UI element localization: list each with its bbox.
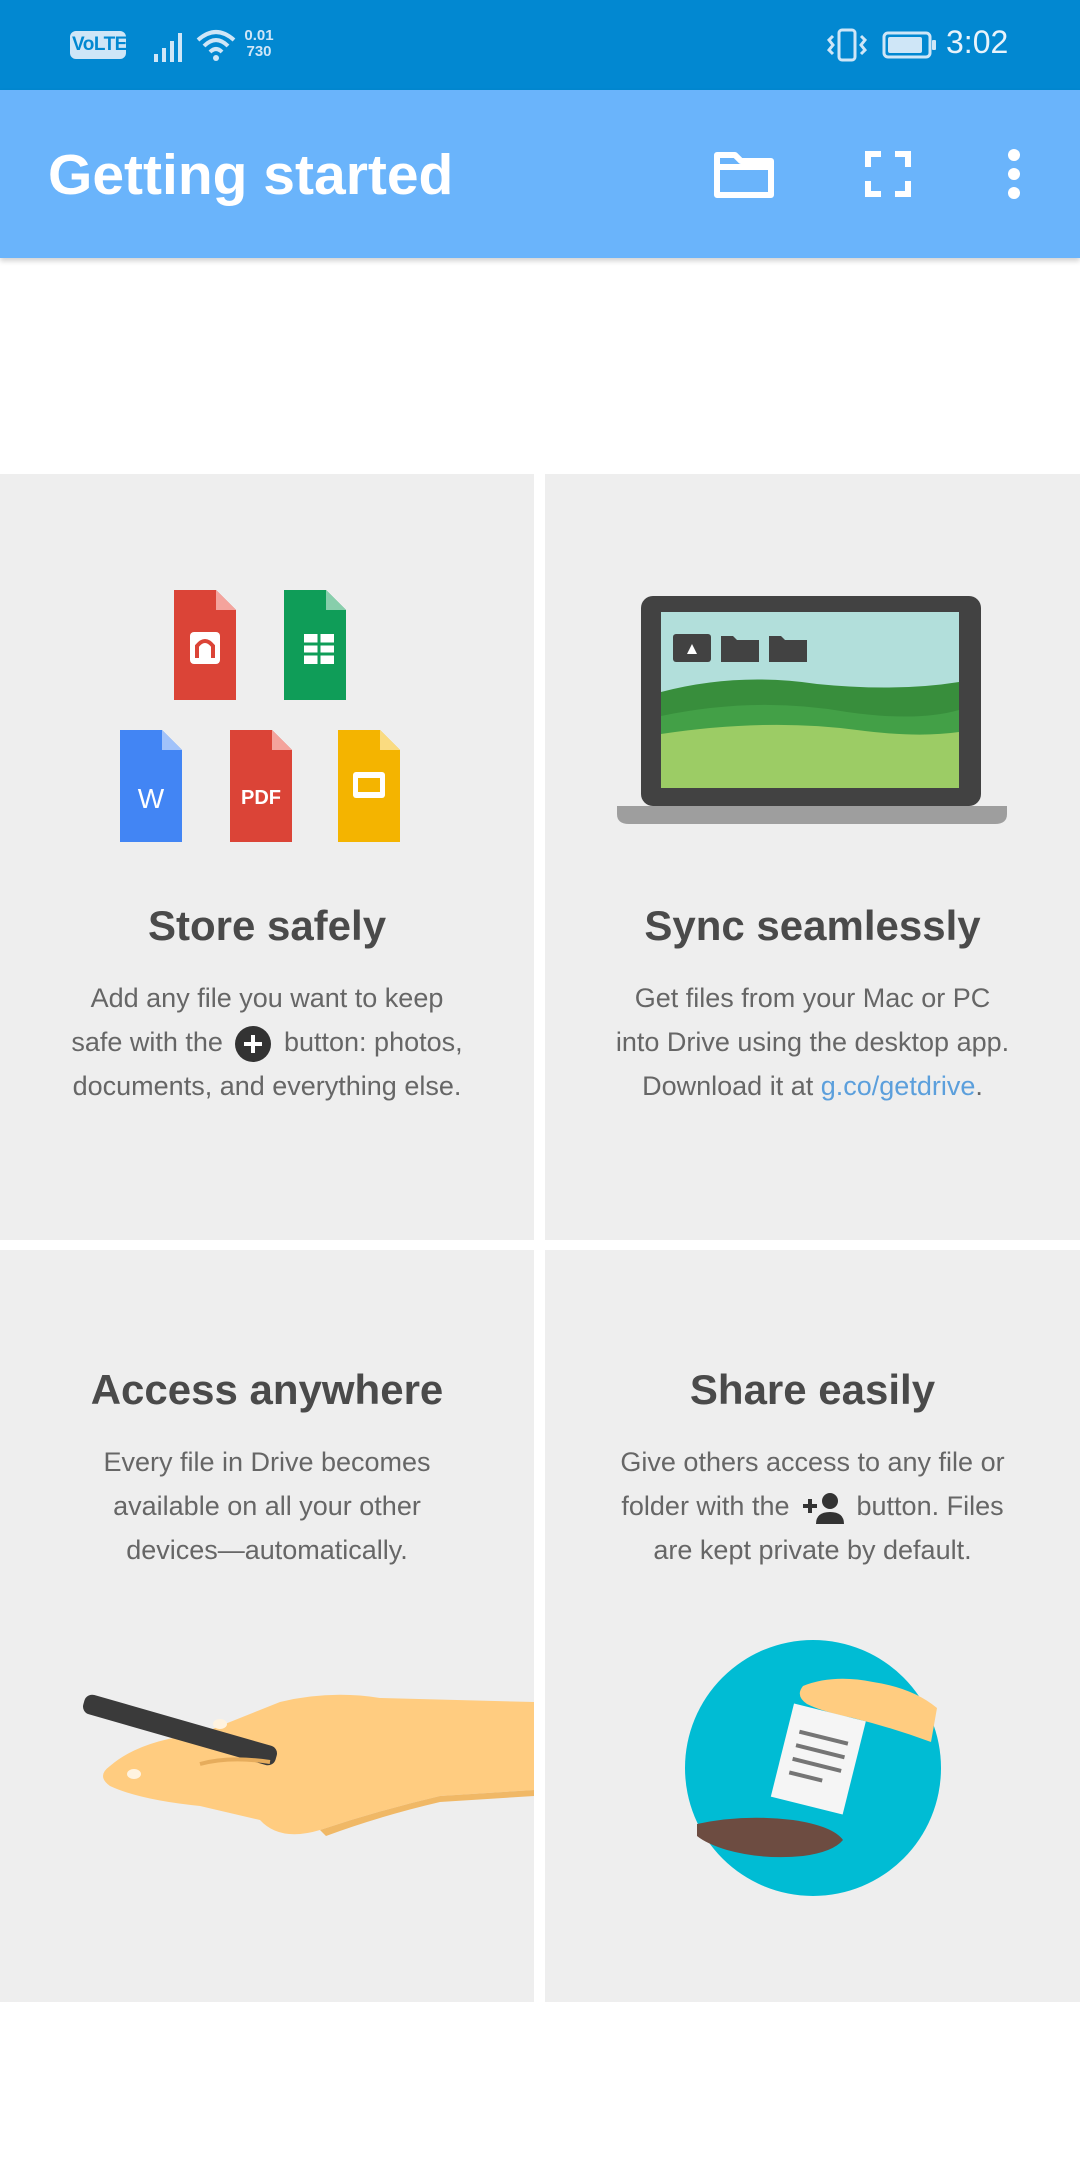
description-line: folder with the button. Files xyxy=(545,1484,1080,1528)
vibrate-icon xyxy=(826,28,868,62)
description-text: folder with the xyxy=(621,1491,790,1521)
description-line: Every file in Drive becomes xyxy=(103,1447,431,1477)
wifi-icon xyxy=(196,30,236,61)
card-description: Get files from your Mac or PC into Drive… xyxy=(545,976,1080,1108)
description-line: devices—automatically. xyxy=(126,1535,408,1565)
description-text: button. Files xyxy=(856,1491,1004,1521)
card-access-anywhere: Access anywhere Every file in Drive beco… xyxy=(0,1250,534,2002)
description-line: Add any file you want to keep xyxy=(90,983,444,1013)
description-text: safe with the xyxy=(71,1027,223,1057)
app-bar: Getting started xyxy=(0,90,1080,258)
card-description: Add any file you want to keep safe with … xyxy=(0,976,534,1108)
description-text: Download it at xyxy=(642,1071,814,1101)
more-options-button[interactable] xyxy=(974,134,1054,214)
description-line: into Drive using the desktop app. xyxy=(615,1027,1010,1057)
hand-phone-illustration xyxy=(83,1694,534,1836)
laptop-illustration xyxy=(617,596,1007,824)
card-description: Every file in Drive becomes available on… xyxy=(0,1440,534,1572)
add-circle-icon xyxy=(235,1025,272,1062)
more-vert-icon xyxy=(1008,149,1020,199)
network-speed-unit: 730 xyxy=(246,43,272,60)
folder-button[interactable] xyxy=(704,134,784,214)
description-line: safe with the button: photos, xyxy=(0,1020,534,1064)
file-types-illustration: W PDF xyxy=(120,590,400,842)
card-store-safely: W PDF Store safely Add any file you want… xyxy=(0,474,534,1240)
fullscreen-button[interactable] xyxy=(848,134,928,214)
add-person-icon xyxy=(803,1492,844,1524)
card-title: Store safely xyxy=(147,902,387,949)
network-speed-value: 0.01 xyxy=(244,27,274,44)
fullscreen-icon xyxy=(865,151,911,197)
pdf-file-label: PDF xyxy=(241,787,281,809)
card-title: Access anywhere xyxy=(90,1366,444,1413)
cell-signal-icon xyxy=(154,33,182,62)
page-title: Getting started xyxy=(48,143,454,207)
network-speed: 0.01 730 xyxy=(244,28,274,60)
status-bar: VoLTE 0.01 730 3:02 xyxy=(0,0,1080,90)
description-line: documents, and everything else. xyxy=(72,1071,462,1101)
description-line: available on all your other xyxy=(113,1491,421,1521)
status-time: 3:02 xyxy=(946,24,1009,60)
card-description: Give others access to any file or folder… xyxy=(545,1440,1080,1572)
description-line: Get files from your Mac or PC xyxy=(634,983,991,1013)
card-title: Share easily xyxy=(689,1366,936,1413)
description-line: Download it at g.co/getdrive. xyxy=(545,1064,1080,1108)
word-file-label: W xyxy=(138,783,165,814)
battery-icon xyxy=(882,31,936,59)
folder-icon xyxy=(714,152,774,198)
description-text: . xyxy=(975,1071,983,1101)
volte-indicator: VoLTE xyxy=(70,31,127,59)
description-text: button: photos, xyxy=(283,1027,463,1057)
card-share-easily: Share easily Give others access to any f… xyxy=(545,1250,1080,2002)
description-line: are kept private by default. xyxy=(653,1535,972,1565)
share-illustration xyxy=(685,1640,941,1896)
getdrive-link[interactable]: g.co/getdrive xyxy=(821,1071,976,1101)
card-title: Sync seamlessly xyxy=(644,902,981,949)
description-line: Give others access to any file or xyxy=(620,1447,1005,1477)
card-sync-seamlessly: Sync seamlessly Get files from your Mac … xyxy=(545,474,1080,1240)
